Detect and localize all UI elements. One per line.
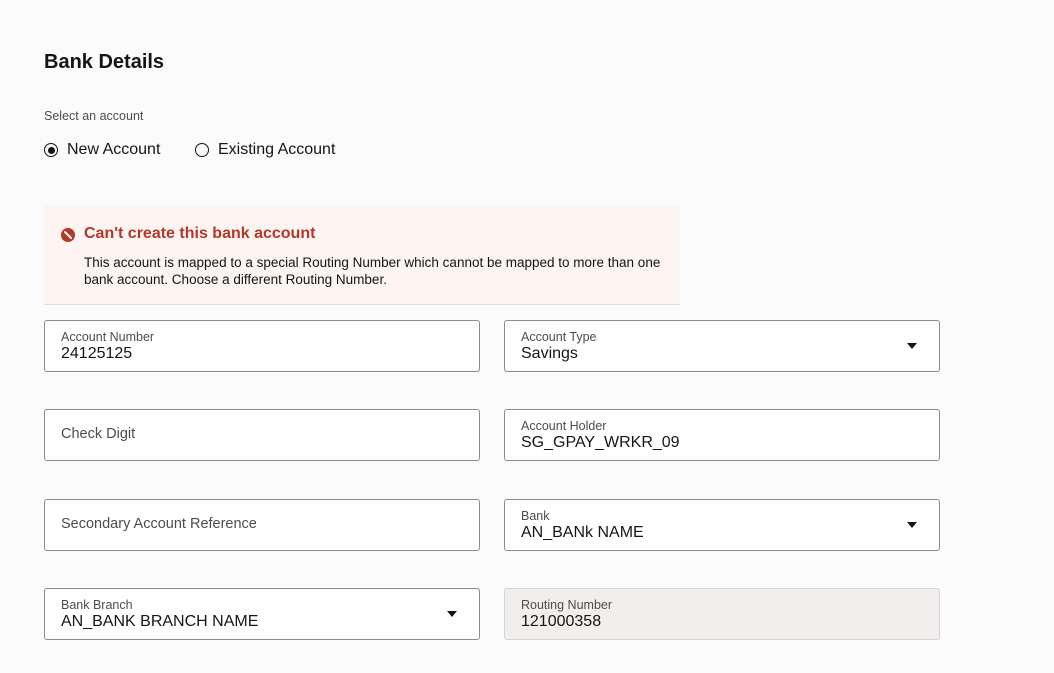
bank-select[interactable]: Bank AN_BANk NAME [504,499,940,551]
alert-message: This account is mapped to a special Rout… [84,255,661,287]
account-number-value[interactable]: 24125125 [61,345,132,363]
bank-branch-label: Bank Branch [61,598,133,612]
chevron-down-icon[interactable] [447,611,457,617]
bank-branch-select[interactable]: Bank Branch AN_BANK BRANCH NAME [44,588,480,640]
account-holder-label: Account Holder [521,419,607,433]
radio-unselected-icon[interactable] [195,143,209,157]
check-digit-label: Check Digit [61,426,136,442]
bank-branch-value[interactable]: AN_BANK BRANCH NAME [61,613,258,631]
account-selection-label: Select an account [44,109,144,123]
routing-number-value: 121000358 [521,613,602,630]
chevron-down-icon[interactable] [907,343,917,349]
page-title: Bank Details [44,51,165,73]
radio-existing-account-label: Existing Account [218,141,336,158]
account-holder-field[interactable]: Account Holder SG_GPAY_WRKR_09 [504,409,940,461]
radio-new-account-label: New Account [67,141,161,158]
error-alert: Can't create this bank account This acco… [44,206,680,305]
radio-selected-icon[interactable] [44,143,58,157]
alert-title: Can't create this bank account [84,225,316,242]
routing-number-label: Routing Number [521,598,613,612]
routing-number-field: Routing Number 121000358 [504,588,940,640]
secondary-account-reference-field[interactable]: Secondary Account Reference [44,499,480,551]
error-icon [61,228,75,242]
account-holder-value[interactable]: SG_GPAY_WRKR_09 [521,434,680,452]
account-number-label: Account Number [61,330,155,344]
account-type-select[interactable]: Account Type Savings [504,320,940,372]
account-type-value[interactable]: Savings [521,345,578,363]
secondary-account-reference-label: Secondary Account Reference [61,516,257,532]
radio-new-account[interactable]: New Account [44,141,160,159]
account-type-label: Account Type [521,330,597,344]
check-digit-field[interactable]: Check Digit [44,409,480,461]
chevron-down-icon[interactable] [907,522,917,528]
radio-existing-account[interactable]: Existing Account [195,141,335,159]
account-number-field[interactable]: Account Number 24125125 [44,320,480,372]
bank-label: Bank [521,509,550,523]
bank-value[interactable]: AN_BANk NAME [521,524,644,542]
